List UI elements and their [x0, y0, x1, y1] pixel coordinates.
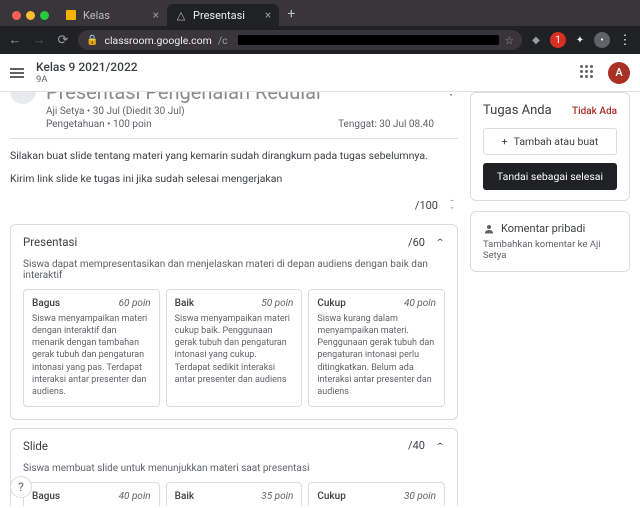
- total-score: /100: [415, 199, 438, 212]
- minimize-window-icon[interactable]: [26, 11, 35, 20]
- assignment-description-1: Silakan buat slide tentang materi yang k…: [10, 149, 458, 162]
- lock-icon: 🔒: [86, 35, 98, 46]
- level-desc: Siswa menyampaikan materi cukup baik. Pe…: [175, 313, 294, 386]
- url-domain: classroom.google.com: [104, 34, 211, 47]
- plus-icon: +: [502, 135, 508, 148]
- collapse-icon[interactable]: ⌃: [435, 441, 445, 451]
- rubric-level[interactable]: Baik 50 poin Siswa menyampaikan materi cu…: [166, 289, 303, 407]
- close-window-icon[interactable]: [12, 11, 21, 20]
- level-desc: Siswa menyampaikan materi dengan interak…: [32, 313, 151, 398]
- rubric-title: Presentasi: [23, 235, 77, 249]
- mark-done-button[interactable]: Tandai sebagai selesai: [483, 163, 617, 190]
- your-work-card: Tugas Anda Tidak Ada + Tambah atau buat …: [470, 92, 630, 201]
- rubric-header[interactable]: Slide /40 ⌃: [11, 429, 457, 463]
- rubric-level[interactable]: Baik35 poin Siswa membuat slide dengan t…: [166, 482, 303, 506]
- level-name: Cukup: [317, 491, 346, 502]
- window-controls[interactable]: [4, 11, 57, 26]
- extension-icon[interactable]: ◆: [528, 32, 544, 48]
- google-apps-icon[interactable]: [580, 65, 596, 81]
- level-points: 60 poin: [119, 298, 151, 309]
- level-points: 35 poin: [261, 491, 293, 502]
- rubric-level[interactable]: Cukup 40 poin Siswa kurang dalam menyampa…: [308, 289, 445, 407]
- rubric-level[interactable]: Cukup30 poin Tampilan slide yang dibuat …: [308, 482, 445, 506]
- rubric-description: Siswa membuat slide untuk menunjukkan ma…: [11, 463, 457, 482]
- person-icon: [483, 223, 495, 235]
- extension-badge[interactable]: 1: [550, 32, 566, 48]
- close-tab-icon[interactable]: ×: [265, 8, 271, 22]
- your-work-status: Tidak Ada: [572, 106, 617, 117]
- new-tab-button[interactable]: +: [279, 6, 303, 26]
- assignment-author-line: Aji Setya • 30 Jul (Diedit 30 Jul): [46, 106, 434, 117]
- assignment-menu-icon[interactable]: ⋮: [444, 92, 458, 130]
- help-button[interactable]: ?: [10, 476, 32, 498]
- expand-all-icon[interactable]: ⌃⌄: [446, 200, 458, 212]
- browser-tab-presentasi[interactable]: △ Presentasi ×: [167, 4, 279, 26]
- url-path: /c: [218, 34, 228, 47]
- your-work-title: Tugas Anda: [483, 103, 552, 118]
- rubric-level[interactable]: Bagus 60 poin Siswa menyampaikan materi d…: [23, 289, 160, 407]
- address-bar[interactable]: 🔒 classroom.google.com/c ☆: [78, 30, 522, 50]
- forward-button[interactable]: →: [30, 32, 48, 48]
- account-avatar[interactable]: A: [608, 62, 630, 84]
- level-points: 50 poin: [261, 298, 293, 309]
- rubric-max: /40: [408, 439, 425, 452]
- private-comments-hint[interactable]: Tambahkan komentar ke Aji Setya: [483, 239, 617, 261]
- private-comments-card: Komentar pribadi Tambahkan komentar ke A…: [470, 211, 630, 272]
- maximize-window-icon[interactable]: [40, 11, 49, 20]
- level-points: 40 poin: [404, 298, 436, 309]
- level-name: Baik: [175, 298, 194, 309]
- back-button[interactable]: ←: [6, 32, 24, 48]
- browser-menu-icon[interactable]: ⋮: [616, 33, 634, 48]
- level-points: 30 poin: [404, 491, 436, 502]
- assignment-due: Tenggat: 30 Jul 08.40: [338, 119, 434, 130]
- private-comments-title: Komentar pribadi: [501, 222, 585, 235]
- class-section: 9A: [36, 74, 138, 85]
- tab-favicon: [65, 9, 77, 21]
- rubric-header[interactable]: Presentasi /60 ⌃: [11, 225, 457, 259]
- level-name: Cukup: [317, 298, 346, 309]
- add-or-create-button[interactable]: + Tambah atau buat: [483, 128, 617, 155]
- bookmark-icon[interactable]: ☆: [505, 34, 514, 47]
- tab-label: Kelas: [83, 9, 110, 22]
- level-desc: Siswa kurang dalam menyampaikan materi. …: [317, 313, 436, 398]
- rubric-criterion-slide: Slide /40 ⌃ Siswa membuat slide untuk me…: [10, 428, 458, 506]
- rubric-description: Siswa dapat mempresentasikan dan menjela…: [11, 259, 457, 289]
- level-name: Baik: [175, 491, 194, 502]
- rubric-level[interactable]: Bagus40 poin Siswa membuat slide dengan …: [23, 482, 160, 506]
- rubric-max: /60: [408, 236, 425, 249]
- assignment-title: Presentasi Pengenalan Redular: [46, 92, 434, 104]
- assignment-icon: [10, 92, 36, 104]
- rubric-criterion-presentasi: Presentasi /60 ⌃ Siswa dapat mempresenta…: [10, 224, 458, 420]
- profile-icon[interactable]: •: [594, 32, 610, 48]
- tab-favicon: △: [175, 9, 187, 21]
- browser-tab-kelas[interactable]: Kelas ×: [57, 4, 167, 26]
- add-button-label: Tambah atau buat: [514, 135, 599, 148]
- assignment-category-points: Pengetahuan • 100 poin: [46, 119, 152, 130]
- collapse-icon[interactable]: ⌃: [435, 237, 445, 247]
- rubric-title: Slide: [23, 439, 48, 453]
- close-tab-icon[interactable]: ×: [153, 8, 159, 22]
- tab-label: Presentasi: [193, 9, 245, 22]
- reload-button[interactable]: ⟳: [54, 33, 72, 48]
- level-points: 40 poin: [119, 491, 151, 502]
- extensions-menu-icon[interactable]: ✦: [572, 32, 588, 48]
- assignment-description-2: Kirim link slide ke tugas ini jika sudah…: [10, 172, 458, 185]
- level-name: Bagus: [32, 298, 60, 309]
- url-redacted: [238, 35, 499, 45]
- menu-button[interactable]: [10, 66, 24, 80]
- level-name: Bagus: [32, 491, 60, 502]
- class-name[interactable]: Kelas 9 2021/2022: [36, 60, 138, 74]
